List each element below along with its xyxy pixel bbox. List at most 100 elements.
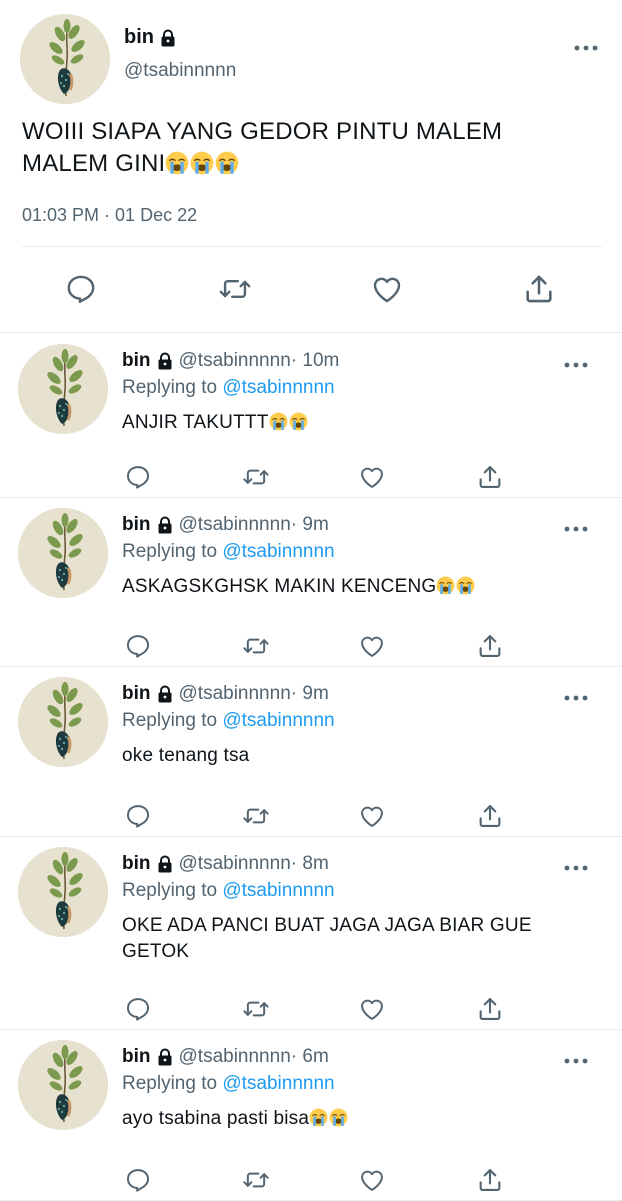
retweet-icon[interactable] (242, 802, 270, 830)
author-name[interactable]: bin (122, 683, 151, 705)
crying-face-emoji-icon (436, 576, 456, 597)
replying-to: Replying to @tsabinnnnn (122, 541, 335, 563)
author-handle[interactable]: @tsabinnnnn (179, 514, 291, 536)
tweet-text-content: OKE ADA PANCI BUAT JAGA JAGA BIAR GUE GE… (122, 915, 532, 962)
more-icon[interactable] (563, 859, 589, 871)
lock-icon (157, 1048, 173, 1066)
retweet-icon[interactable] (242, 463, 270, 491)
reply-icon[interactable] (64, 272, 98, 306)
retweet-icon[interactable] (218, 272, 252, 306)
share-icon[interactable] (476, 463, 504, 491)
more-icon[interactable] (563, 1052, 589, 1064)
crying-face-emoji-icon (269, 412, 289, 433)
reply-header: bin @tsabinnnnn · 8m (122, 853, 329, 875)
more-icon[interactable] (563, 689, 589, 701)
reply-header: bin @tsabinnnnn · 9m (122, 683, 329, 705)
share-icon[interactable] (476, 995, 504, 1023)
replying-to: Replying to @tsabinnnnn (122, 710, 335, 732)
reply-header: bin @tsabinnnnn · 10m (122, 350, 339, 372)
reply-icon[interactable] (124, 1166, 152, 1194)
share-icon[interactable] (522, 272, 556, 306)
divider (22, 246, 602, 247)
author-handle[interactable]: @tsabinnnnn (179, 350, 291, 372)
tweet-text-content: ASKAGSKGHSK MAKIN KENCENG (122, 576, 437, 597)
heart-icon[interactable] (358, 632, 386, 660)
avatar[interactable] (20, 14, 110, 104)
replying-to-label: Replying to (122, 1073, 218, 1094)
retweet-icon[interactable] (242, 995, 270, 1023)
retweet-icon[interactable] (242, 632, 270, 660)
share-icon[interactable] (476, 802, 504, 830)
main-tweet: bin @tsabinnnnn WOIII SIAPA YANG GEDOR P… (0, 0, 622, 333)
reply-tweet[interactable]: bin @tsabinnnnn · 9m Replying to @tsabinnn… (0, 498, 622, 667)
tweet-text: ASKAGSKGHSK MAKIN KENCENG (122, 574, 572, 600)
tweet-text: WOIII SIAPA YANG GEDOR PINTU MALEM MALEM… (22, 116, 582, 180)
crying-face-emoji-icon (309, 1108, 329, 1129)
reply-icon[interactable] (124, 463, 152, 491)
reply-icon[interactable] (124, 632, 152, 660)
avatar[interactable] (18, 1040, 108, 1130)
author-name[interactable]: bin (122, 853, 151, 875)
author-name[interactable]: bin (124, 26, 154, 49)
share-icon[interactable] (476, 1166, 504, 1194)
heart-icon[interactable] (358, 802, 386, 830)
heart-icon[interactable] (370, 272, 404, 306)
heart-icon[interactable] (358, 463, 386, 491)
reply-header: bin @tsabinnnnn · 6m (122, 1046, 329, 1068)
tweet-text-content: oke tenang tsa (122, 745, 250, 766)
avatar[interactable] (18, 677, 108, 767)
reply-icon[interactable] (124, 802, 152, 830)
reply-time: · 9m (290, 683, 329, 704)
more-icon[interactable] (563, 520, 589, 532)
reply-time: · 8m (290, 853, 329, 874)
author-handle[interactable]: @tsabinnnnn (179, 1046, 291, 1068)
reply-time: · 9m (290, 514, 329, 535)
author-name[interactable]: bin (122, 514, 151, 536)
tweet-text: OKE ADA PANCI BUAT JAGA JAGA BIAR GUE GE… (122, 913, 572, 965)
reply-tweet[interactable]: bin @tsabinnnnn · 6m Replying to @tsabinnn… (0, 1030, 622, 1201)
tweet-timestamp: 01:03 PM · 01 Dec 22 (22, 205, 198, 225)
retweet-icon[interactable] (242, 1166, 270, 1194)
author-handle[interactable]: @tsabinnnnn (179, 853, 291, 875)
crying-face-emoji-icon (190, 150, 215, 177)
reply-tweet[interactable]: bin @tsabinnnnn · 9m Replying to @tsabinnn… (0, 667, 622, 837)
replying-to: Replying to @tsabinnnnn (122, 1073, 335, 1095)
reply-header: bin @tsabinnnnn · 9m (122, 514, 329, 536)
replying-to: Replying to @tsabinnnnn (122, 880, 335, 902)
lock-icon (160, 29, 176, 47)
replying-to-link[interactable]: @tsabinnnnn (222, 880, 334, 901)
tweet-text-content: ANJIR TAKUTTT (122, 412, 269, 433)
crying-face-emoji-icon (456, 576, 476, 597)
reply-icon[interactable] (124, 995, 152, 1023)
heart-icon[interactable] (358, 1166, 386, 1194)
reply-tweet[interactable]: bin @tsabinnnnn · 10m Replying to @tsabinn… (0, 334, 622, 498)
replying-to: Replying to @tsabinnnnn (122, 377, 335, 399)
avatar[interactable] (18, 508, 108, 598)
tweet-text-content: ayo tsabina pasti bisa (122, 1108, 310, 1129)
replying-to-link[interactable]: @tsabinnnnn (222, 541, 334, 562)
replying-to-link[interactable]: @tsabinnnnn (222, 710, 334, 731)
avatar[interactable] (18, 344, 108, 434)
more-icon[interactable] (573, 39, 599, 51)
author-name[interactable]: bin (122, 1046, 151, 1068)
replying-to-label: Replying to (122, 541, 218, 562)
reply-time: · 6m (290, 1046, 329, 1067)
reply-time: · 10m (290, 350, 340, 371)
reply-tweet[interactable]: bin @tsabinnnnn · 8m Replying to @tsabinnn… (0, 837, 622, 1030)
author-handle[interactable]: @tsabinnnnn (124, 60, 236, 82)
more-icon[interactable] (563, 356, 589, 368)
avatar[interactable] (18, 847, 108, 937)
lock-icon (157, 855, 173, 873)
tweet-text: ANJIR TAKUTTT (122, 410, 572, 436)
replying-to-link[interactable]: @tsabinnnnn (222, 1073, 334, 1094)
replying-to-link[interactable]: @tsabinnnnn (222, 377, 334, 398)
heart-icon[interactable] (358, 995, 386, 1023)
tweet-text-content: WOIII SIAPA YANG GEDOR PINTU MALEM MALEM… (22, 118, 503, 177)
author-name[interactable]: bin (122, 350, 151, 372)
crying-face-emoji-icon (215, 150, 240, 177)
replying-to-label: Replying to (122, 710, 218, 731)
share-icon[interactable] (476, 632, 504, 660)
replying-to-label: Replying to (122, 377, 218, 398)
tweet-text: oke tenang tsa (122, 743, 572, 769)
author-handle[interactable]: @tsabinnnnn (179, 683, 291, 705)
